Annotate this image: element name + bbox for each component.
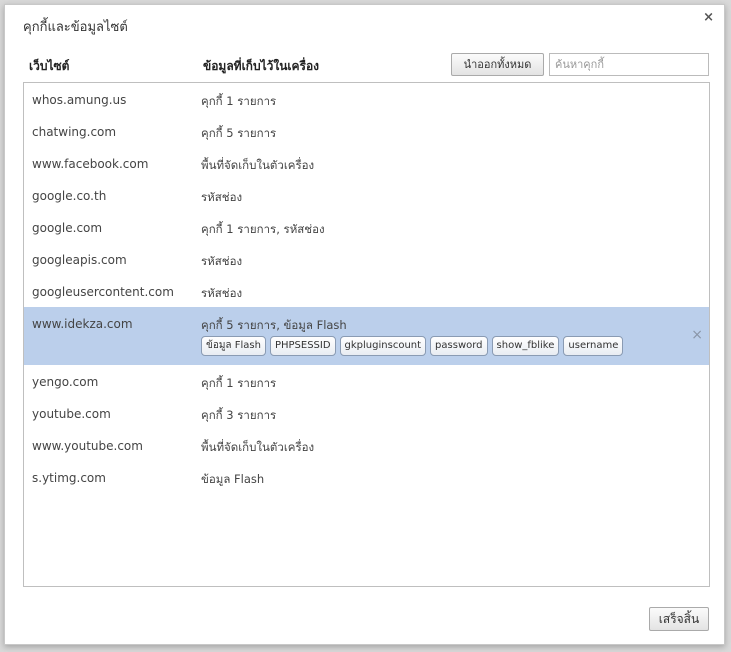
list-item[interactable]: google.co.th รหัสช่อง [24, 179, 709, 211]
list-item[interactable]: chatwing.com คุกกี้ 5 รายการ [24, 115, 709, 147]
data-column-header: ข้อมูลที่เก็บไว้ในเครื่อง [203, 59, 320, 73]
site-name: youtube.com [32, 407, 111, 421]
site-name: www.idekza.com [32, 317, 133, 331]
site-data: พื้นที่จัดเก็บในตัวเครื่อง [201, 440, 315, 454]
done-button[interactable]: เสร็จสิ้น [649, 607, 709, 631]
cookie-chip-show-fblike[interactable]: show_fblike [491, 336, 560, 356]
site-data: คุกกี้ 5 รายการ, ข้อมูล Flash [201, 318, 347, 332]
site-name: whos.amung.us [32, 93, 127, 107]
site-name: google.co.th [32, 189, 107, 203]
selected-list-item[interactable]: www.idekza.com คุกกี้ 5 รายการ, ข้อมูล F… [24, 307, 709, 365]
remove-site-icon[interactable]: × [691, 327, 703, 343]
site-name: www.youtube.com [32, 439, 143, 453]
site-data: รหัสช่อง [201, 286, 243, 300]
site-name: s.ytimg.com [32, 471, 106, 485]
site-data: ข้อมูล Flash [201, 472, 265, 486]
site-name: google.com [32, 221, 103, 235]
site-data: รหัสช่อง [201, 190, 243, 204]
list-item[interactable]: googleapis.com รหัสช่อง [24, 243, 709, 275]
cookie-chip-username[interactable]: username [563, 336, 624, 356]
list-item[interactable]: s.ytimg.com ข้อมูล Flash [24, 461, 709, 493]
site-data: พื้นที่จัดเก็บในตัวเครื่อง [201, 158, 315, 172]
site-name: yengo.com [32, 375, 99, 389]
list-item[interactable]: youtube.com คุกกี้ 3 รายการ [24, 397, 709, 429]
site-column-header: เว็บไซต์ [29, 59, 70, 73]
site-data: คุกกี้ 1 รายการ [201, 376, 277, 390]
list-item[interactable]: www.facebook.com พื้นที่จัดเก็บในตัวเครื… [24, 147, 709, 179]
list-item[interactable]: whos.amung.us คุกกี้ 1 รายการ [24, 83, 709, 115]
search-cookies-input[interactable] [549, 53, 709, 76]
site-name: chatwing.com [32, 125, 117, 139]
site-data: คุกกี้ 1 รายการ [201, 94, 277, 108]
cookie-chips: ข้อมูล Flash PHPSESSID gkpluginscount pa… [201, 336, 624, 356]
cookie-chip-phpsessid[interactable]: PHPSESSID [269, 336, 336, 356]
site-data: คุกกี้ 3 รายการ [201, 408, 277, 422]
list-item[interactable]: www.youtube.com พื้นที่จัดเก็บในตัวเครื่… [24, 429, 709, 461]
site-name: www.facebook.com [32, 157, 149, 171]
cookie-chip-gkpluginscount[interactable]: gkpluginscount [339, 336, 427, 356]
site-name: googleapis.com [32, 253, 127, 267]
list-item[interactable]: yengo.com คุกกี้ 1 รายการ [24, 365, 709, 397]
site-data: รหัสช่อง [201, 254, 243, 268]
remove-all-button[interactable]: นำออกทั้งหมด [451, 53, 544, 76]
list-item[interactable]: google.com คุกกี้ 1 รายการ, รหัสช่อง [24, 211, 709, 243]
site-data: คุกกี้ 5 รายการ [201, 126, 277, 140]
site-list: whos.amung.us คุกกี้ 1 รายการ chatwing.c… [23, 82, 710, 587]
cookie-chip-password[interactable]: password [430, 336, 488, 356]
dialog-title: คุกกี้และข้อมูลไซต์ [23, 20, 128, 35]
cookies-dialog: คุกกี้และข้อมูลไซต์ × เว็บไซต์ ข้อมูลที่… [4, 4, 725, 645]
list-item[interactable]: googleusercontent.com รหัสช่อง [24, 275, 709, 307]
site-data: คุกกี้ 1 รายการ, รหัสช่อง [201, 222, 325, 236]
close-icon[interactable]: × [703, 10, 714, 25]
cookie-chip-flash[interactable]: ข้อมูล Flash [201, 336, 266, 356]
site-name: googleusercontent.com [32, 285, 174, 299]
